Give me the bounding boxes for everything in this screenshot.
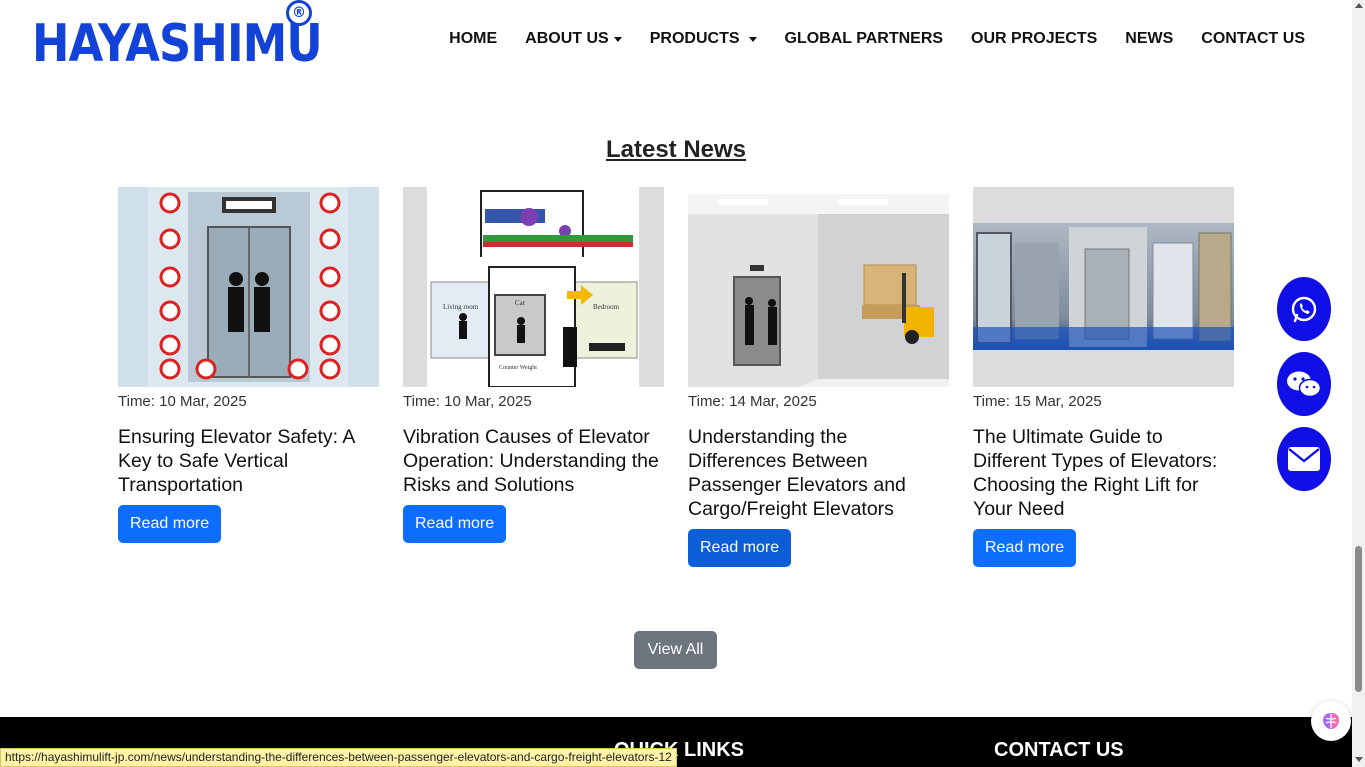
caret-down-icon xyxy=(613,36,622,42)
news-title[interactable]: Vibration Causes of Elevator Operation: … xyxy=(403,425,664,497)
news-image-passenger-vs-cargo[interactable] xyxy=(688,187,949,387)
main-nav: HOME ABOUT US PRODUCTS GLOBAL PARTNERS O… xyxy=(449,30,1305,48)
latest-news-title[interactable]: Latest News xyxy=(606,136,746,163)
nav-global-partners[interactable]: GLOBAL PARTNERS xyxy=(785,30,944,48)
wechat-icon xyxy=(1287,371,1322,398)
news-time: Time: 14 Mar, 2025 xyxy=(688,393,817,410)
nav-contact-label: CONTACT US xyxy=(1201,30,1305,47)
nav-projects-label: OUR PROJECTS xyxy=(971,30,1098,47)
nav-global-partners-label: GLOBAL PARTNERS xyxy=(784,30,944,47)
footer-contact-heading: CONTACT US xyxy=(994,739,1124,761)
news-time: Time: 10 Mar, 2025 xyxy=(118,393,247,410)
whatsapp-icon xyxy=(1291,296,1317,323)
scroll-thumb[interactable] xyxy=(1355,546,1362,692)
nav-news-label: NEWS xyxy=(1125,30,1174,47)
news-card: Time: 10 Mar, 2025 Ensuring Elevator Saf… xyxy=(118,187,379,543)
nav-home[interactable]: HOME xyxy=(449,30,497,48)
news-title[interactable]: The Ultimate Guide to Different Types of… xyxy=(973,425,1234,521)
ai-assistant-button[interactable] xyxy=(1311,701,1351,741)
mail-icon xyxy=(1288,447,1320,471)
read-more-button[interactable]: Read more xyxy=(973,529,1077,567)
read-more-button[interactable]: Read more xyxy=(688,529,792,567)
diagram-label-car: Car xyxy=(515,299,526,307)
whatsapp-button[interactable] xyxy=(1277,277,1331,341)
caret-down-icon xyxy=(748,36,757,42)
nav-products-label: PRODUCTS xyxy=(649,30,740,47)
news-image-vibration-diagram[interactable]: Living room Car Bedroom Counter Weight xyxy=(403,187,664,387)
news-image-elevator-types[interactable] xyxy=(973,187,1234,387)
news-time: Time: 15 Mar, 2025 xyxy=(973,393,1102,410)
email-button[interactable] xyxy=(1277,427,1331,491)
registered-mark: ® xyxy=(286,0,312,26)
diagram-label-counter-weight: Counter Weight xyxy=(499,365,537,371)
news-title[interactable]: Ensuring Elevator Safety: A Key to Safe … xyxy=(118,425,379,497)
news-image-elevator-safety[interactable] xyxy=(118,187,379,387)
latest-news-heading: Latest News xyxy=(0,136,1352,164)
wechat-button[interactable] xyxy=(1277,352,1331,416)
nav-about-label: ABOUT US xyxy=(525,30,609,47)
brand-name: HAYASHIMU xyxy=(32,14,323,74)
read-more-button[interactable]: Read more xyxy=(118,505,222,543)
brain-icon xyxy=(1323,713,1339,729)
news-time: Time: 10 Mar, 2025 xyxy=(403,393,532,410)
nav-news[interactable]: NEWS xyxy=(1125,30,1173,48)
diagram-label-living-room: Living room xyxy=(443,303,479,311)
nav-our-projects[interactable]: OUR PROJECTS xyxy=(971,30,1097,48)
scroll-down-arrow-icon[interactable] xyxy=(1355,757,1363,762)
news-card: Time: 14 Mar, 2025 Understanding the Dif… xyxy=(688,187,949,567)
news-card: Living room Car Bedroom Counter Weight T… xyxy=(403,187,664,543)
nav-home-label: HOME xyxy=(449,30,498,47)
news-card: Time: 15 Mar, 2025 The Ultimate Guide to… xyxy=(973,187,1234,567)
nav-products[interactable]: PRODUCTS xyxy=(650,30,757,48)
news-title[interactable]: Understanding the Differences Between Pa… xyxy=(688,425,949,521)
view-all-button[interactable]: View All xyxy=(634,631,717,669)
page-scrollbar[interactable] xyxy=(1352,0,1365,767)
diagram-label-bedroom: Bedroom xyxy=(593,303,620,311)
read-more-button[interactable]: Read more xyxy=(403,505,507,543)
nav-about-us[interactable]: ABOUT US xyxy=(525,30,622,48)
scroll-up-arrow-icon[interactable] xyxy=(1355,3,1363,8)
link-status-bar: https://hayashimulift-jp.com/news/unders… xyxy=(0,748,677,767)
nav-contact-us[interactable]: CONTACT US xyxy=(1201,30,1305,48)
